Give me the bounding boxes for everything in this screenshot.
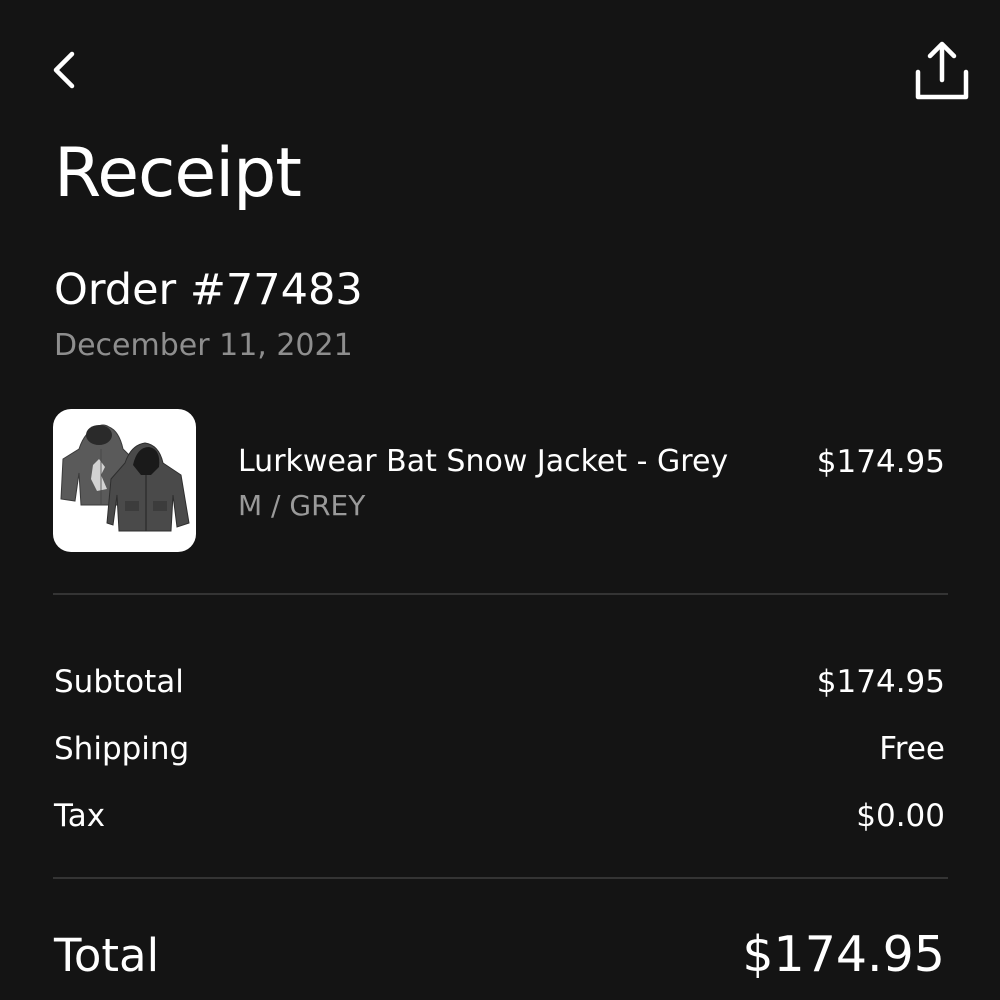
total-value: $174.95 — [742, 926, 945, 983]
receipt-screen: Receipt Order #77483 December 11, 2021 L… — [0, 0, 1000, 1000]
shipping-label: Shipping — [54, 731, 190, 767]
page-title: Receipt — [54, 134, 302, 213]
divider — [53, 593, 948, 595]
product-price: $174.95 — [816, 444, 945, 480]
product-name[interactable]: Lurkwear Bat Snow Jacket - Grey — [238, 440, 728, 484]
tax-label: Tax — [54, 798, 106, 834]
subtotal-value: $174.95 — [816, 664, 945, 700]
order-number: Order #77483 — [54, 265, 363, 315]
chevron-left-icon — [53, 51, 75, 89]
tax-value: $0.00 — [856, 798, 945, 834]
divider — [53, 877, 948, 879]
jacket-product-image — [60, 424, 190, 532]
shipping-value: Free — [879, 731, 945, 767]
order-date: December 11, 2021 — [54, 328, 353, 363]
total-label: Total — [54, 929, 160, 982]
back-button[interactable] — [44, 48, 88, 92]
product-variant: M / GREY — [238, 489, 366, 522]
product-thumbnail[interactable] — [53, 409, 196, 552]
share-icon — [915, 41, 969, 100]
subtotal-label: Subtotal — [54, 664, 184, 700]
share-button[interactable] — [906, 38, 976, 104]
